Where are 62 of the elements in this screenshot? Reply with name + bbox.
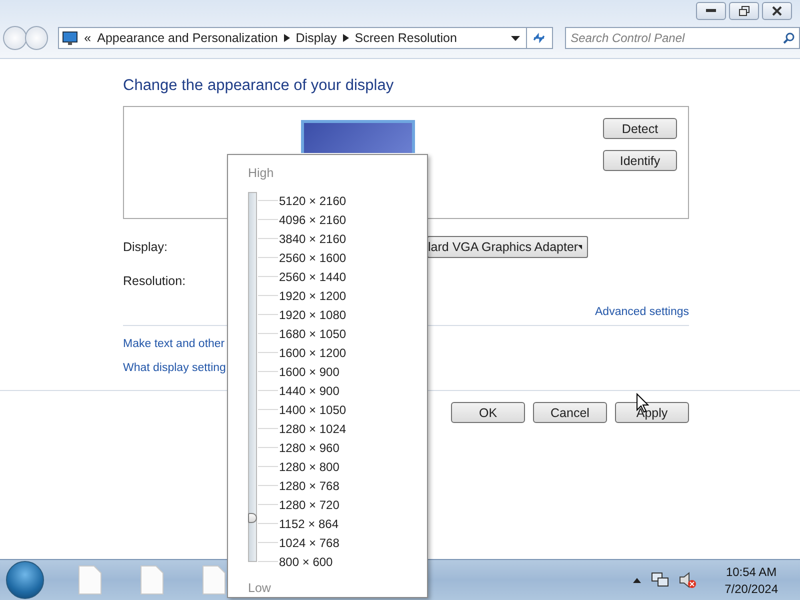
preview-button[interactable]: Detect [603,118,677,139]
resolution-option[interactable]: 1280 × 800 [279,460,340,474]
field-label: Display: [123,240,168,254]
help-link[interactable]: What display setting [123,362,226,374]
minimize-button[interactable] [696,2,726,20]
breadcrumb[interactable]: Screen Resolution [354,31,457,45]
resolution-option[interactable]: 1600 × 900 [279,364,340,378]
resolution-option[interactable]: 1024 × 768 [279,536,340,550]
resolution-option[interactable]: 1600 × 1200 [279,346,346,360]
resolution-option[interactable]: 1680 × 1050 [279,326,346,340]
network-icon[interactable] [650,571,669,589]
clock-time[interactable]: 10:54 AM [726,564,777,578]
resolution-option[interactable]: 1440 × 900 [279,384,340,398]
refresh-icon [532,31,546,45]
chevron-right-icon [342,34,349,42]
search-icon[interactable] [782,32,795,44]
low-label: Low [248,581,271,595]
speaker-muted-icon[interactable] [678,571,697,589]
dropdown-arrow-icon[interactable] [511,36,520,40]
dialog-button[interactable]: Cancel [533,402,607,423]
resolution-option[interactable]: 2560 × 1440 [279,270,346,284]
resolution-option[interactable]: 1280 × 768 [279,478,340,492]
chevron-right-icon [284,34,290,42]
field-label: Resolution: [123,274,186,288]
resolution-option[interactable]: 1400 × 1050 [279,402,346,416]
caret-up-icon[interactable] [632,578,641,582]
resolution-option[interactable]: 1920 × 1200 [279,288,346,302]
slider-thumb[interactable] [248,513,257,524]
help-link[interactable]: Make text and other [123,338,225,350]
display-dropdown[interactable]: lard VGA Graphics Adapter [427,236,588,258]
advanced-settings-link[interactable]: Advanced settings [595,306,689,318]
resolution-option[interactable]: 800 × 600 [279,554,333,568]
close-button[interactable] [762,2,792,20]
search-field[interactable]: Search Control Panel [564,27,800,49]
resolution-option[interactable]: 1280 × 960 [279,440,340,454]
minimize-icon [706,9,716,13]
resolution-option[interactable]: 3840 × 2160 [279,232,346,246]
clock-date[interactable]: 7/20/2024 [724,582,778,596]
breadcrumb[interactable]: Appearance and Personalization [97,31,278,45]
refresh-button[interactable] [527,27,553,49]
page-heading: Change the appearance of your display [123,77,395,95]
address-bar[interactable]: « Appearance and Personalization Display Screen Resolution [58,27,528,49]
dialog-button[interactable]: OK [451,402,525,423]
restore-icon [738,6,750,16]
resolution-option[interactable]: 1280 × 720 [279,498,340,512]
start-button[interactable] [6,561,44,599]
breadcrumb-overflow[interactable]: « [84,31,92,45]
monitor-preview-drawing[interactable] [301,120,415,153]
resolution-option[interactable]: 1280 × 1024 [279,422,346,436]
resolution-option[interactable]: 4096 × 2160 [279,212,346,226]
preview-button[interactable]: Identify [603,150,677,171]
resolution-option[interactable]: 1152 × 864 [279,516,339,530]
monitor-icon [62,30,78,46]
dropdown-arrow-icon [578,244,582,250]
resolution-option[interactable]: 1920 × 1080 [279,308,346,322]
breadcrumb[interactable]: Display [296,31,337,45]
high-label: High [248,166,275,180]
restore-button[interactable] [729,2,759,20]
resolution-option[interactable]: 2560 × 1600 [279,250,346,264]
dialog-button[interactable]: Apply [615,402,689,423]
close-icon [772,6,782,16]
resolution-option[interactable]: 5120 × 2160 [279,194,346,208]
